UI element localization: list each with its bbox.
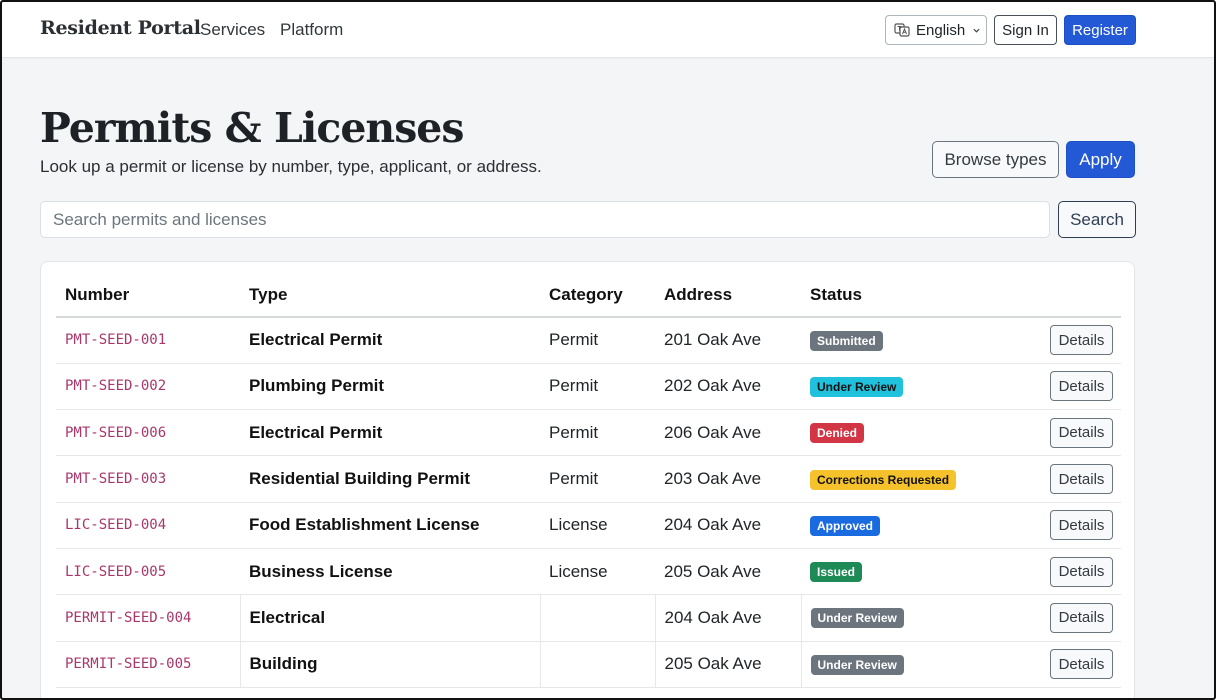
- translate-icon: [894, 23, 910, 37]
- permit-type: Business License: [240, 548, 540, 596]
- permit-type: Electrical: [240, 594, 541, 642]
- actions-cell: Details: [1041, 594, 1121, 642]
- permit-type: Plumbing Permit: [240, 363, 540, 411]
- permits-table: Number Type Category Address Status PMT-…: [56, 274, 1121, 688]
- details-button[interactable]: Details: [1050, 649, 1113, 680]
- results-card: Number Type Category Address Status PMT-…: [40, 261, 1135, 700]
- column-header-address[interactable]: Address: [655, 274, 801, 318]
- status-cell: Denied: [801, 409, 1041, 457]
- permit-category: [540, 594, 656, 642]
- actions-cell: Details: [1041, 641, 1121, 688]
- table-row: LIC-SEED-004 Food Establishment License Li…: [56, 502, 1121, 549]
- permit-number-link[interactable]: PMT-SEED-001: [56, 317, 240, 364]
- permit-address: 204 Oak Ave: [655, 594, 802, 642]
- status-badge: Issued: [810, 562, 863, 583]
- status-cell: Under Review: [801, 363, 1041, 411]
- status-cell: Issued: [801, 548, 1041, 596]
- permit-category: Permit: [540, 455, 655, 503]
- status-cell: Corrections Requested: [801, 455, 1041, 503]
- status-cell: Submitted: [801, 317, 1041, 364]
- column-header-category[interactable]: Category: [540, 274, 655, 318]
- actions-cell: Details: [1041, 317, 1121, 364]
- details-button[interactable]: Details: [1050, 417, 1113, 448]
- details-button[interactable]: Details: [1050, 325, 1113, 356]
- status-badge: Under Review: [810, 608, 904, 629]
- permit-type: Electrical Permit: [240, 409, 540, 457]
- browse-types-button[interactable]: Browse types: [932, 141, 1059, 178]
- status-badge: Submitted: [810, 330, 883, 351]
- column-header-number[interactable]: Number: [56, 274, 240, 318]
- actions-cell: Details: [1041, 409, 1121, 457]
- table-body: PMT-SEED-001 Electrical Permit Permit 201 O…: [56, 317, 1121, 688]
- status-badge: Corrections Requested: [810, 469, 957, 490]
- status-cell: Under Review: [800, 641, 1041, 688]
- status-cell: Under Review: [800, 594, 1041, 642]
- permit-number-link[interactable]: PERMIT-SEED-004: [56, 594, 241, 642]
- permit-address: 203 Oak Ave: [655, 455, 801, 503]
- table-row: PMT-SEED-002 Plumbing Permit Permit 202 Oak…: [56, 363, 1121, 411]
- top-navbar: Resident Portal Services Platform Englis…: [0, 0, 1216, 58]
- search-input[interactable]: [40, 201, 1050, 238]
- search-button[interactable]: Search: [1058, 201, 1136, 238]
- permit-category: Permit: [540, 363, 655, 411]
- actions-cell: Details: [1041, 455, 1121, 503]
- permit-category: License: [540, 502, 655, 549]
- nav-link-services[interactable]: Services: [200, 20, 265, 40]
- permit-address: 205 Oak Ave: [655, 641, 802, 688]
- brand-logo[interactable]: Resident Portal: [40, 17, 201, 39]
- status-badge: Under Review: [810, 376, 904, 397]
- permit-category: Permit: [540, 409, 655, 457]
- permit-address: 205 Oak Ave: [655, 548, 801, 596]
- status-cell: Approved: [801, 502, 1041, 549]
- permit-category: [540, 641, 656, 688]
- permit-address: 206 Oak Ave: [655, 409, 801, 457]
- column-header-actions: [1041, 274, 1121, 318]
- apply-button[interactable]: Apply: [1066, 141, 1135, 178]
- details-button[interactable]: Details: [1050, 464, 1113, 495]
- page-subtitle: Look up a permit or license by number, t…: [40, 157, 542, 176]
- language-label: English: [916, 21, 966, 39]
- column-header-type[interactable]: Type: [240, 274, 540, 318]
- permit-address: 201 Oak Ave: [655, 317, 801, 364]
- details-button[interactable]: Details: [1050, 371, 1113, 402]
- status-badge: Under Review: [810, 654, 904, 675]
- page-title: Permits & Licenses: [40, 104, 464, 152]
- nav-link-platform[interactable]: Platform: [280, 20, 343, 40]
- status-badge: Denied: [810, 423, 865, 444]
- details-button[interactable]: Details: [1050, 602, 1113, 633]
- table-row: PERMIT-SEED-005 Building 205 Oak Ave Under …: [56, 641, 1121, 688]
- permit-number-link[interactable]: PMT-SEED-003: [56, 455, 240, 503]
- permit-type: Food Establishment License: [240, 502, 540, 549]
- permit-number-link[interactable]: LIC-SEED-005: [56, 548, 240, 596]
- permit-number-link[interactable]: PERMIT-SEED-005: [56, 641, 241, 688]
- permit-address: 204 Oak Ave: [655, 502, 801, 549]
- table-row: PERMIT-SEED-004 Electrical 204 Oak Ave Unde…: [56, 594, 1121, 642]
- permit-type: Electrical Permit: [240, 317, 540, 364]
- language-select[interactable]: English: [885, 15, 987, 45]
- actions-cell: Details: [1041, 548, 1121, 596]
- permit-type: Residential Building Permit: [240, 455, 540, 503]
- actions-cell: Details: [1041, 363, 1121, 411]
- permit-category: Permit: [540, 317, 655, 364]
- register-button[interactable]: Register: [1064, 15, 1136, 45]
- table-row: LIC-SEED-005 Business License License 205 O…: [56, 548, 1121, 596]
- column-header-status[interactable]: Status: [801, 274, 1041, 318]
- permit-number-link[interactable]: LIC-SEED-004: [56, 502, 240, 549]
- table-row: PMT-SEED-003 Residential Building Permit P…: [56, 455, 1121, 503]
- permit-number-link[interactable]: PMT-SEED-002: [56, 363, 240, 411]
- details-button[interactable]: Details: [1050, 556, 1113, 587]
- permit-type: Building: [240, 641, 541, 688]
- permit-number-link[interactable]: PMT-SEED-006: [56, 409, 240, 457]
- actions-cell: Details: [1041, 502, 1121, 549]
- chevron-down-icon: [973, 28, 980, 33]
- details-button[interactable]: Details: [1050, 510, 1113, 541]
- sign-in-button[interactable]: Sign In: [994, 15, 1057, 45]
- table-row: PMT-SEED-006 Electrical Permit Permit 206 O…: [56, 409, 1121, 457]
- table-row: PMT-SEED-001 Electrical Permit Permit 201 O…: [56, 317, 1121, 364]
- table-header-row: Number Type Category Address Status: [56, 274, 1121, 318]
- status-badge: Approved: [810, 515, 881, 536]
- permit-address: 202 Oak Ave: [655, 363, 801, 411]
- permit-category: License: [540, 548, 655, 596]
